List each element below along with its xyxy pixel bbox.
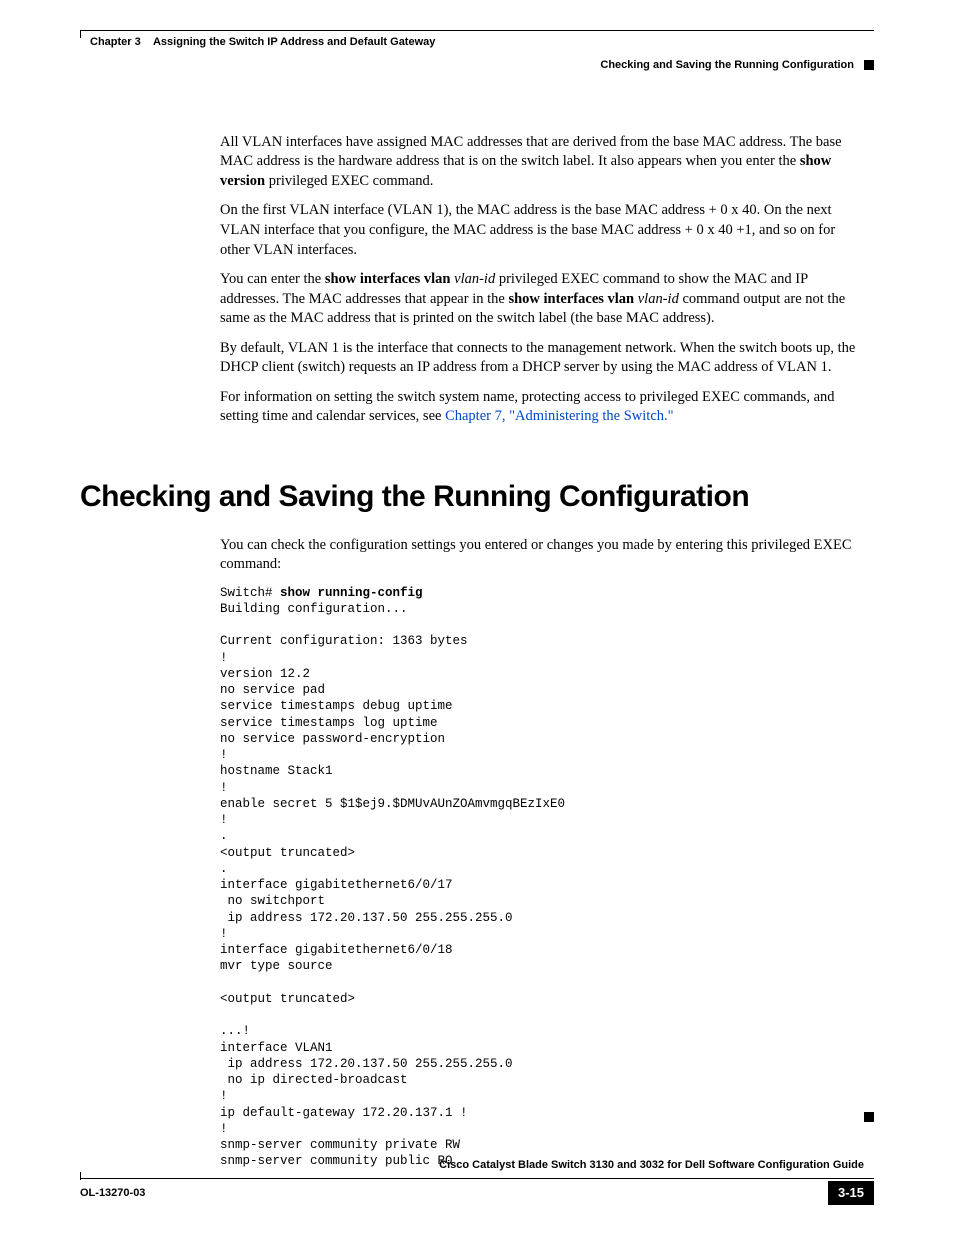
intro-paragraph: You can check the configuration settings… (220, 536, 864, 575)
paragraph-1: All VLAN interfaces have assigned MAC ad… (220, 133, 864, 192)
running-header-section: Checking and Saving the Running Configur… (80, 58, 874, 73)
header-rule (80, 30, 874, 31)
code-output: Building configuration... Current config… (220, 602, 565, 1169)
footer-rule (80, 1178, 874, 1179)
body-content: All VLAN interfaces have assigned MAC ad… (220, 133, 864, 1170)
paragraph-5: For information on setting the switch sy… (220, 388, 864, 427)
section-title-text: Checking and Saving the Running Configur… (600, 59, 854, 71)
chapter-label: Chapter 3 (90, 36, 141, 48)
section-marker-icon (864, 60, 874, 70)
section-heading: Checking and Saving the Running Configur… (80, 477, 864, 518)
footer-marker-icon (864, 1112, 874, 1122)
paragraph-2: On the first VLAN interface (VLAN 1), th… (220, 201, 864, 260)
page-footer: Cisco Catalyst Blade Switch 3130 and 303… (80, 1158, 874, 1205)
chapter-header: Chapter 3 Assigning the Switch IP Addres… (80, 35, 874, 50)
chapter-7-link[interactable]: Chapter 7, "Administering the Switch." (445, 408, 674, 424)
page-number: 3-15 (828, 1181, 874, 1205)
chapter-title: Assigning the Switch IP Address and Defa… (153, 36, 435, 48)
footer-doc-id: OL-13270-03 (80, 1186, 145, 1201)
footer-guide-title: Cisco Catalyst Blade Switch 3130 and 303… (80, 1158, 864, 1173)
document-page: Chapter 3 Assigning the Switch IP Addres… (0, 0, 954, 1235)
paragraph-4: By default, VLAN 1 is the interface that… (220, 339, 864, 378)
code-block: Switch# show running-config Building con… (220, 585, 864, 1170)
paragraph-3: You can enter the show interfaces vlan v… (220, 270, 864, 329)
